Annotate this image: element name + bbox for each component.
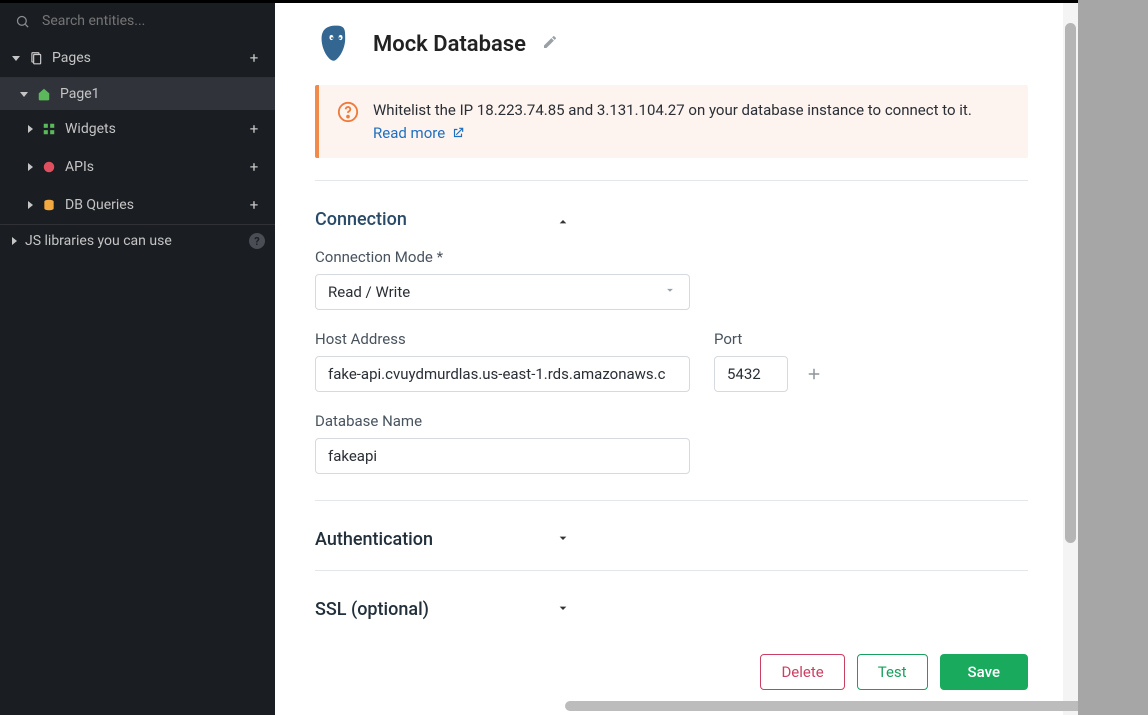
apis-label: APIs bbox=[65, 159, 235, 175]
jslibs-label: JS libraries you can use bbox=[25, 233, 241, 249]
caret-down-icon bbox=[20, 92, 28, 97]
add-widget-button[interactable]: + bbox=[243, 118, 265, 140]
page-title: Mock Database bbox=[373, 32, 526, 57]
tree-jslibs[interactable]: JS libraries you can use ? bbox=[0, 225, 275, 257]
dbname-input[interactable] bbox=[315, 438, 690, 474]
sidebar: Pages + Page1 Widgets + APIs + bbox=[0, 3, 275, 715]
dbqueries-label: DB Queries bbox=[65, 197, 235, 213]
notice-body: Whitelist the IP 18.223.74.85 and 3.131.… bbox=[373, 101, 972, 119]
tree-widgets[interactable]: Widgets + bbox=[0, 110, 275, 148]
widgets-icon bbox=[41, 121, 57, 137]
db-icon bbox=[41, 197, 57, 213]
chevron-down-icon bbox=[555, 600, 571, 620]
readmore-link[interactable]: Read more bbox=[373, 124, 465, 142]
section-ssl-header[interactable]: SSL (optional) bbox=[315, 589, 1028, 630]
conn-mode-select[interactable]: Read / Write bbox=[315, 274, 690, 310]
search-row bbox=[0, 3, 275, 39]
section-connection-title: Connection bbox=[315, 209, 555, 230]
conn-mode-group: Connection Mode * Read / Write bbox=[315, 248, 1028, 310]
tree-page1[interactable]: Page1 bbox=[0, 78, 275, 110]
help-icon[interactable]: ? bbox=[249, 233, 265, 249]
port-group: Port bbox=[714, 330, 788, 392]
notice-text: Whitelist the IP 18.223.74.85 and 3.131.… bbox=[373, 99, 972, 144]
title-row: Mock Database bbox=[315, 23, 1028, 65]
connection-form: Connection Mode * Read / Write Host Addr… bbox=[315, 248, 1028, 474]
section-auth-header[interactable]: Authentication bbox=[315, 519, 1028, 560]
main-panel: Mock Database Whitelist the IP 18.223.74… bbox=[275, 3, 1078, 715]
port-input[interactable] bbox=[714, 356, 788, 392]
port-row: Port bbox=[714, 330, 826, 392]
edit-title-button[interactable] bbox=[542, 34, 558, 54]
tree-dbqueries[interactable]: DB Queries + bbox=[0, 186, 275, 225]
chevron-down-icon bbox=[555, 530, 571, 550]
conn-mode-label: Connection Mode * bbox=[315, 248, 1028, 266]
home-icon bbox=[36, 86, 52, 102]
add-host-button[interactable] bbox=[802, 362, 826, 386]
conn-mode-value: Read / Write bbox=[328, 283, 410, 301]
pages-label: Pages bbox=[52, 50, 235, 66]
divider bbox=[315, 180, 1028, 181]
host-group: Host Address bbox=[315, 330, 690, 392]
save-button[interactable]: Save bbox=[940, 654, 1028, 690]
caret-right-icon bbox=[28, 201, 33, 209]
search-icon bbox=[14, 13, 30, 29]
add-dbquery-button[interactable]: + bbox=[243, 194, 265, 216]
divider bbox=[315, 500, 1028, 501]
section-auth-title: Authentication bbox=[315, 529, 555, 550]
dbname-label: Database Name bbox=[315, 412, 1028, 430]
widgets-label: Widgets bbox=[65, 121, 235, 137]
host-label: Host Address bbox=[315, 330, 690, 348]
delete-button[interactable]: Delete bbox=[760, 654, 844, 690]
info-icon bbox=[337, 101, 359, 127]
page1-label: Page1 bbox=[60, 86, 265, 102]
postgres-icon bbox=[315, 23, 357, 65]
scroll-thumb[interactable] bbox=[1065, 23, 1076, 543]
apis-icon bbox=[41, 159, 57, 175]
caret-right-icon bbox=[28, 125, 33, 133]
host-input[interactable] bbox=[315, 356, 690, 392]
caret-right-icon bbox=[12, 237, 17, 245]
add-api-button[interactable]: + bbox=[243, 156, 265, 178]
add-page-button[interactable]: + bbox=[243, 47, 265, 69]
port-label: Port bbox=[714, 330, 788, 348]
dbname-group: Database Name bbox=[315, 412, 1028, 474]
pages-icon bbox=[28, 50, 44, 66]
chevron-up-icon bbox=[555, 210, 571, 230]
whitelist-notice: Whitelist the IP 18.223.74.85 and 3.131.… bbox=[315, 85, 1028, 158]
tree-apis[interactable]: APIs + bbox=[0, 148, 275, 186]
tree-pages-header[interactable]: Pages + bbox=[0, 39, 275, 78]
button-row: Delete Test Save bbox=[315, 654, 1028, 690]
caret-down-icon bbox=[12, 56, 20, 61]
scroll-track bbox=[1063, 3, 1078, 715]
section-connection-header[interactable]: Connection bbox=[315, 199, 1028, 240]
horizontal-scroll-thumb[interactable] bbox=[565, 701, 1078, 711]
test-button[interactable]: Test bbox=[857, 654, 928, 690]
section-ssl-title: SSL (optional) bbox=[315, 599, 555, 620]
caret-right-icon bbox=[28, 163, 33, 171]
divider bbox=[315, 570, 1028, 571]
search-input[interactable] bbox=[42, 13, 261, 29]
chevron-down-icon bbox=[663, 283, 677, 301]
